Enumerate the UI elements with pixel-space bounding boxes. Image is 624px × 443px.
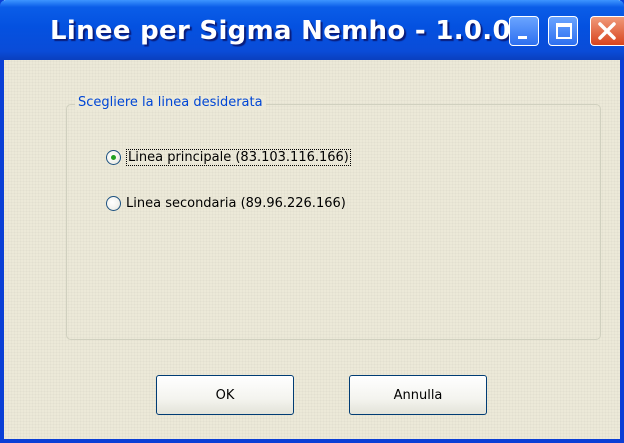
radio-option-secondary-line[interactable]: Linea secondaria (89.96.226.166) — [106, 196, 346, 211]
maximize-icon — [556, 23, 572, 39]
ok-button[interactable]: OK — [156, 375, 294, 415]
radio-button-checked[interactable] — [106, 150, 121, 165]
close-icon — [598, 22, 616, 40]
minimize-button[interactable] — [509, 16, 539, 46]
minimize-icon — [518, 36, 527, 39]
dialog-body: Scegliere la linea desiderata Linea prin… — [4, 60, 620, 439]
radio-option-primary-line[interactable]: Linea principale (83.103.116.166) — [106, 149, 351, 166]
close-button[interactable] — [590, 16, 624, 46]
cancel-button[interactable]: Annulla — [349, 375, 487, 415]
radio-button-unchecked[interactable] — [106, 196, 121, 211]
title-bar[interactable]: Linee per Sigma Nemho - 1.0.0 — [0, 0, 624, 60]
dialog-window: Linee per Sigma Nemho - 1.0.0 Scegliere … — [0, 0, 624, 443]
radio-label-primary-line: Linea principale (83.103.116.166) — [126, 149, 351, 166]
maximize-button[interactable] — [548, 16, 578, 46]
window-title: Linee per Sigma Nemho - 1.0.0 — [50, 16, 511, 46]
radio-label-secondary-line: Linea secondaria (89.96.226.166) — [126, 196, 346, 211]
group-legend: Scegliere la linea desiderata — [75, 95, 266, 110]
line-selection-group — [66, 104, 601, 340]
